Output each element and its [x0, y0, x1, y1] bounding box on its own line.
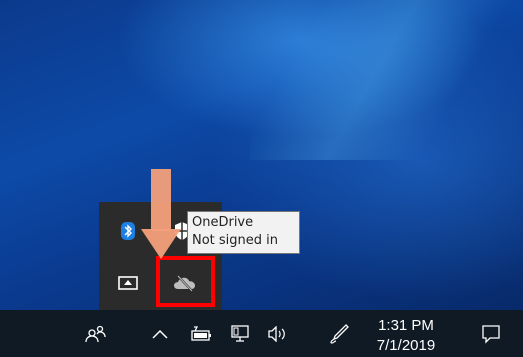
volume-icon[interactable] [264, 320, 292, 348]
pen-workspace-icon[interactable] [325, 320, 353, 348]
tooltip-title: OneDrive [192, 215, 254, 230]
clock-time: 1:31 PM [378, 317, 434, 334]
network-icon[interactable] [227, 320, 255, 348]
taskbar [0, 310, 523, 357]
onedrive-highlight-box [156, 256, 215, 307]
tooltip-status: Not signed in [192, 233, 279, 248]
clock-date: 7/1/2019 [376, 337, 436, 354]
taskbar-clock[interactable]: 1:31 PM 7/1/2019 [371, 316, 441, 356]
projection-icon[interactable] [108, 263, 148, 303]
pointer-arrow-icon [141, 169, 181, 259]
action-center-icon[interactable] [477, 320, 505, 348]
desktop-background [0, 0, 523, 310]
people-icon[interactable] [82, 320, 110, 348]
onedrive-tooltip: OneDrive Not signed in [187, 211, 300, 254]
battery-icon[interactable] [188, 320, 216, 348]
show-hidden-icons-chevron[interactable] [146, 320, 174, 348]
